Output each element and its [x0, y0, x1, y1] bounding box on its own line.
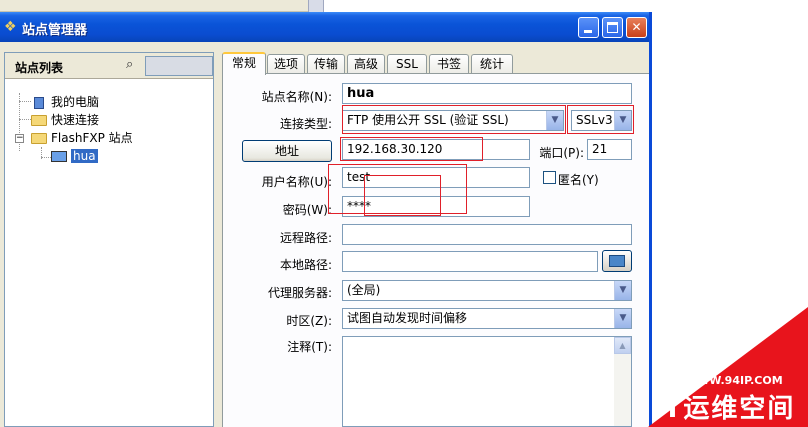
tab-ssl[interactable]: SSL	[387, 54, 427, 74]
tree-expander-icon[interactable]: −	[15, 134, 24, 143]
connection-type-label: 连接类型:	[279, 117, 332, 131]
tree-item-my-computer[interactable]: 我的电脑	[31, 93, 99, 111]
folder-icon	[31, 115, 47, 126]
tab-options[interactable]: 选项	[267, 54, 305, 74]
proxy-label: 代理服务器:	[267, 286, 332, 300]
tree-item-hua[interactable]: hua	[51, 147, 98, 165]
ssl-version-select[interactable]: SSLv3 ▼	[571, 110, 632, 131]
local-path-label: 本地路径:	[279, 258, 332, 272]
tree-item-label: hua	[71, 149, 98, 163]
monitor-icon	[51, 151, 67, 162]
tree-item-flashfxp-sites[interactable]: FlashFXP 站点	[31, 129, 133, 147]
username-input[interactable]: test	[342, 167, 530, 188]
maximize-button[interactable]	[602, 17, 623, 38]
proxy-select[interactable]: (全局) ▼	[342, 280, 632, 301]
timezone-label: 时区(Z):	[286, 314, 332, 328]
local-path-input[interactable]	[342, 251, 598, 272]
site-list-panel: 站点列表 ⌕ 我的电脑 快速连接 − FlashFXP 站点 hua	[4, 52, 214, 427]
folder-icon	[609, 255, 625, 267]
tab-transfer[interactable]: 传输	[307, 54, 345, 74]
password-input[interactable]: ****	[342, 196, 530, 217]
chevron-down-icon[interactable]: ▼	[614, 309, 631, 328]
port-label: 端口(P):	[539, 146, 584, 160]
address-button[interactable]: 地址	[242, 140, 332, 162]
site-list-header: 站点列表 ⌕	[5, 53, 213, 79]
search-icon[interactable]: ⌕	[126, 58, 140, 72]
tab-general[interactable]: 常规	[222, 52, 266, 75]
connection-type-select[interactable]: FTP 使用公开 SSL (验证 SSL) ▼	[342, 110, 564, 131]
notes-textarea[interactable]: ▲	[342, 336, 632, 427]
site-manager-window: ❖ 站点管理器 ✕ 站点列表 ⌕ 我的电脑 快速连接 − FlashFXP 站点…	[0, 12, 652, 427]
proxy-value: (全局)	[347, 283, 381, 297]
scroll-up-icon[interactable]: ▲	[614, 337, 631, 354]
tree-item-label: FlashFXP 站点	[51, 131, 133, 145]
minimize-button[interactable]	[578, 17, 599, 38]
notes-scrollbar[interactable]: ▲	[614, 337, 631, 426]
background-scrollbar[interactable]	[308, 0, 324, 12]
tree-item-quick-connect[interactable]: 快速连接	[31, 111, 99, 129]
watermark-text: IT运维空间	[652, 394, 796, 424]
chevron-down-icon[interactable]: ▼	[614, 111, 631, 130]
chevron-down-icon[interactable]: ▼	[546, 111, 563, 130]
password-label: 密码(W):	[282, 203, 332, 217]
remote-path-label: 远程路径:	[279, 231, 332, 245]
tab-advanced[interactable]: 高级	[347, 54, 385, 74]
close-icon: ✕	[631, 20, 642, 34]
app-icon: ❖	[4, 19, 17, 35]
site-search-input[interactable]	[145, 56, 213, 76]
address-input[interactable]: 192.168.30.120	[342, 139, 530, 160]
watermark-url: WWW.94IP.COM	[685, 374, 783, 387]
connection-type-value: FTP 使用公开 SSL (验证 SSL)	[347, 113, 509, 127]
window-title: 站点管理器	[22, 23, 88, 38]
background-panel	[0, 0, 308, 12]
site-name-label: 站点名称(N):	[261, 90, 332, 104]
browse-folder-button[interactable]	[602, 250, 632, 272]
background-window-strip	[0, 0, 808, 12]
remote-path-input[interactable]	[342, 224, 632, 245]
title-bar[interactable]: ❖ 站点管理器 ✕	[0, 12, 649, 42]
folder-icon	[31, 133, 47, 144]
close-button[interactable]: ✕	[626, 17, 647, 38]
tree-connector	[19, 101, 31, 102]
tab-statistics[interactable]: 统计	[471, 54, 513, 74]
anonymous-checkbox[interactable]	[543, 171, 556, 184]
username-label: 用户名称(U):	[261, 175, 332, 189]
tree-item-label: 我的电脑	[51, 95, 100, 109]
timezone-select[interactable]: 试图自动发现时间偏移 ▼	[342, 308, 632, 329]
maximize-icon	[607, 22, 618, 33]
site-list-title: 站点列表	[15, 61, 64, 75]
chevron-down-icon[interactable]: ▼	[614, 281, 631, 300]
anonymous-label: 匿名(Y)	[558, 173, 599, 187]
timezone-value: 试图自动发现时间偏移	[347, 311, 468, 325]
ssl-version-value: SSLv3	[576, 113, 613, 127]
tab-bookmarks[interactable]: 书签	[429, 54, 469, 74]
computer-icon	[34, 96, 44, 109]
minimize-icon	[584, 30, 592, 33]
tree-item-label: 快速连接	[51, 113, 100, 127]
tree-connector	[41, 157, 51, 158]
port-input[interactable]: 21	[587, 139, 632, 160]
site-name-input[interactable]: hua	[342, 83, 632, 104]
notes-label: 注释(T):	[287, 340, 332, 354]
tree-connector	[19, 119, 31, 120]
